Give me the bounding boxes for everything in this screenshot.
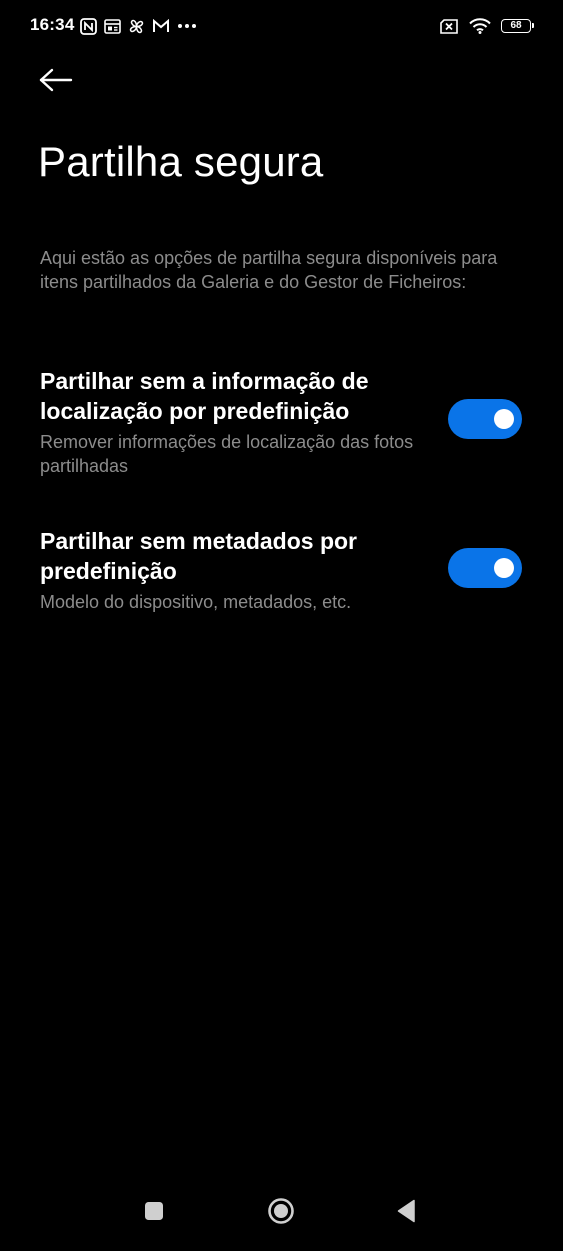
home-circle-icon: [267, 1197, 295, 1230]
back-button[interactable]: [36, 64, 76, 100]
battery-icon: 68: [501, 19, 534, 33]
setting-title: Partilhar sem metadados por predefinição: [40, 528, 357, 584]
nfc-icon: [80, 17, 97, 35]
page-title: Partilha segura: [38, 138, 324, 185]
toggle-knob: [494, 409, 514, 429]
nav-back-button[interactable]: [386, 1195, 426, 1231]
setting-subtitle: Remover informações de localização das f…: [40, 432, 414, 476]
wifi-icon: [469, 18, 491, 34]
navigation-bar: [0, 1181, 563, 1251]
more-dots-icon: [177, 23, 197, 29]
recents-square-icon: [144, 1201, 164, 1226]
metadata-toggle[interactable]: [448, 548, 522, 588]
setting-share-without-metadata[interactable]: Partilhar sem metadados por predefinição…: [40, 526, 530, 614]
setting-texts: Partilhar sem metadados por predefinição…: [40, 526, 420, 614]
setting-subtitle: Modelo do dispositivo, metadados, etc.: [40, 592, 352, 612]
status-bar: 16:34 68: [0, 0, 563, 54]
recents-button[interactable]: [134, 1195, 174, 1231]
setting-texts: Partilhar sem a informação de localizaçã…: [40, 366, 420, 478]
arrow-left-icon: [39, 68, 73, 97]
notification-icons: [80, 16, 197, 36]
home-button[interactable]: [261, 1195, 301, 1231]
back-triangle-icon: [396, 1199, 416, 1228]
location-toggle[interactable]: [448, 399, 522, 439]
gmail-icon: [152, 19, 170, 33]
setting-share-without-location[interactable]: Partilhar sem a informação de localizaçã…: [40, 366, 530, 478]
toggle-knob: [494, 558, 514, 578]
setting-title: Partilhar sem a informação de localizaçã…: [40, 368, 369, 424]
news-icon: [104, 18, 121, 34]
sim-disabled-icon: [439, 18, 459, 34]
pinwheel-icon: [128, 18, 145, 35]
battery-level: 68: [510, 20, 522, 31]
page-description: Aqui estão as opções de partilha segura …: [40, 248, 498, 292]
system-icons: 68: [439, 16, 534, 36]
status-time: 16:34: [30, 15, 75, 34]
